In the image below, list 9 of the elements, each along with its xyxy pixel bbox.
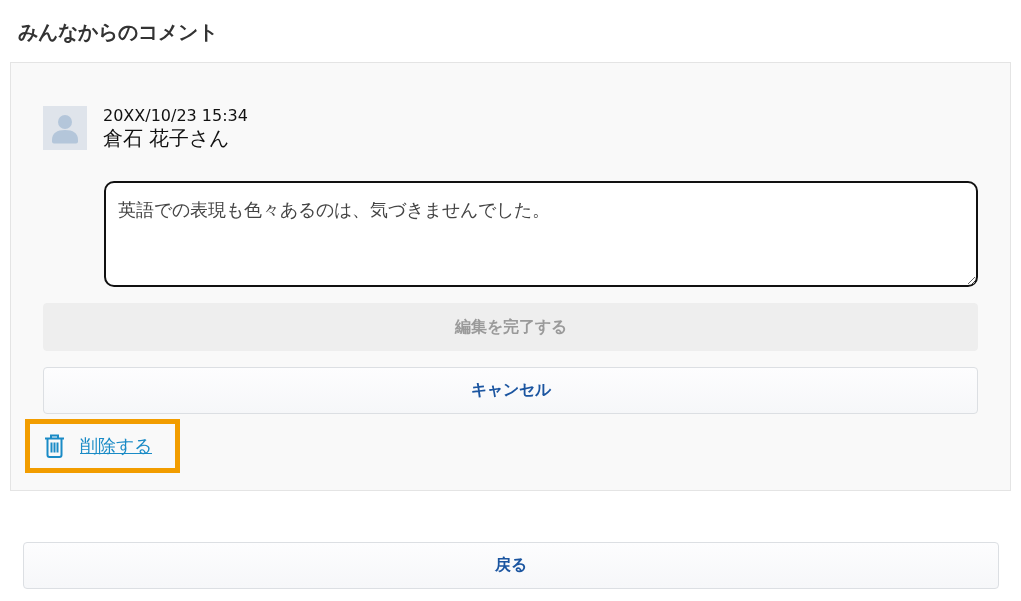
- trash-icon: [44, 434, 65, 458]
- back-button[interactable]: 戻る: [23, 542, 999, 589]
- avatar-icon: [43, 106, 87, 150]
- comment-timestamp: 20XX/10/23 15:34: [103, 106, 248, 126]
- author-name: 倉石 花子さん: [103, 126, 230, 150]
- section-title: みんなからのコメント: [18, 19, 218, 46]
- cancel-button[interactable]: キャンセル: [43, 367, 978, 414]
- delete-link[interactable]: 削除する: [80, 434, 152, 458]
- comment-field[interactable]: 英語での表現も色々あるのは、気づきませんでした。: [104, 181, 978, 287]
